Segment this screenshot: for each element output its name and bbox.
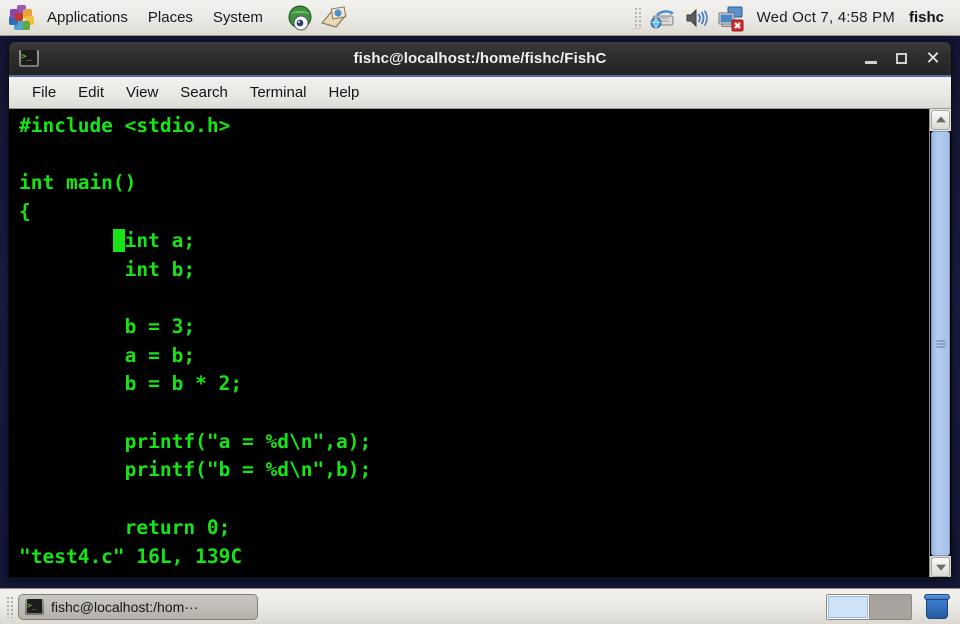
terminal-line: a = b; [19,343,196,367]
terminal-line: return 0; [19,515,231,539]
terminal-status-line: "test4.c" 16L, 139C [19,544,243,568]
terminal-line: printf("b = %d\n",b); [19,458,372,482]
workspace-2[interactable] [869,594,911,619]
menu-view[interactable]: View [115,81,169,104]
scroll-up-arrow[interactable] [931,110,950,130]
bottom-panel: fishc@localhost:/hom··· [0,588,960,624]
maximize-button[interactable] [894,51,910,67]
terminal-line: printf("a = %d\n",a); [19,429,372,453]
taskbar-item-label: fishc@localhost:/hom··· [51,598,199,615]
window-title: fishc@localhost:/home/fishc/FishC [353,50,607,67]
terminal-screen-text[interactable]: #include <stdio.h> int main() { int a; in… [9,109,929,577]
menubar: File Edit View Search Terminal Help [9,77,951,109]
workspace-1[interactable] [827,594,869,619]
trash-icon[interactable] [924,593,950,620]
desktop: Applications Places System Wed Oct 7, 4:… [0,0,960,624]
terminal-cursor [112,228,125,252]
tray-grip [633,6,641,29]
menu-edit[interactable]: Edit [67,81,115,104]
terminal-line: b = 3; [19,314,196,338]
menu-applications[interactable]: Applications [38,5,137,30]
scroll-thumb[interactable] [931,131,950,556]
menu-places[interactable]: Places [139,5,202,30]
window-buttons: ✕ [863,49,941,67]
clock[interactable]: Wed Oct 7, 4:58 PM [747,6,905,29]
terminal-line: b = b * 2; [19,372,243,396]
web-browser-icon[interactable] [285,3,315,33]
terminal-icon [19,50,39,67]
terminal-icon [25,598,44,615]
centos-logo-icon[interactable] [9,4,35,31]
top-panel: Applications Places System Wed Oct 7, 4:… [0,0,960,36]
volume-icon[interactable] [681,3,711,33]
terminal-line: #include <stdio.h> [19,114,231,137]
menu-help[interactable]: Help [318,81,371,104]
network-disconnected-icon[interactable] [715,3,745,33]
scroll-down-arrow[interactable] [931,557,950,577]
minimize-button[interactable] [863,51,879,67]
scrollbar-track[interactable] [930,131,951,556]
terminal-line: int main() [19,171,137,195]
menu-terminal[interactable]: Terminal [239,81,318,104]
taskbar-item-terminal[interactable]: fishc@localhost:/hom··· [18,593,258,620]
input-method-icon[interactable] [647,3,677,33]
scroll-thumb-grip [936,340,945,347]
terminal-window: fishc@localhost:/home/fishc/FishC ✕ File… [8,42,952,578]
taskbar-grip [6,595,13,618]
workspace-switcher[interactable] [826,593,912,620]
terminal-line: { [19,200,31,224]
menu-search[interactable]: Search [169,81,239,104]
terminal-line: int a; [19,227,929,256]
email-client-icon[interactable] [319,3,349,33]
menu-system[interactable]: System [204,5,272,30]
current-user-label[interactable]: fishc [905,6,954,29]
menu-file[interactable]: File [21,81,67,104]
close-button[interactable]: ✕ [925,49,941,67]
window-titlebar[interactable]: fishc@localhost:/home/fishc/FishC ✕ [9,42,951,77]
terminal-scrollbar[interactable] [929,109,951,577]
terminal-body[interactable]: #include <stdio.h> int main() { int a; in… [9,109,951,577]
terminal-line: int b; [19,257,196,281]
